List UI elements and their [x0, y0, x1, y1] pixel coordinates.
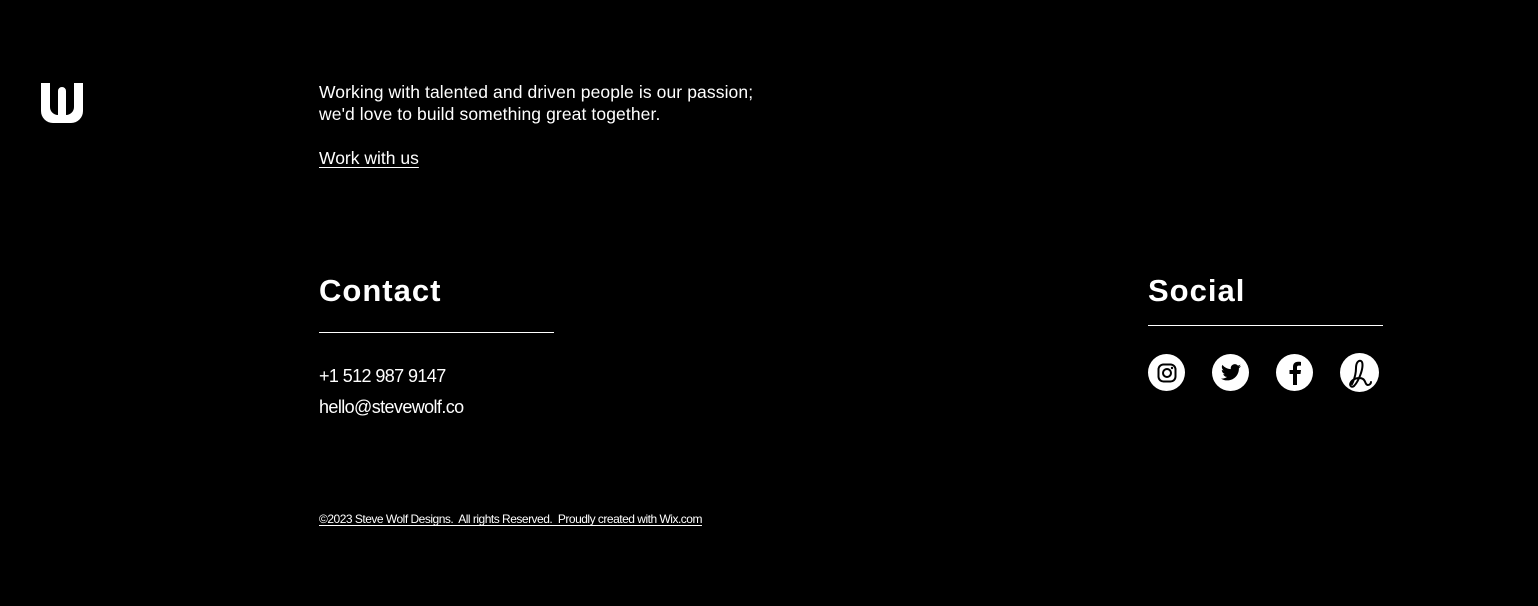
email-link[interactable]: hello@stevewolf.co — [319, 396, 464, 418]
dribbble-link[interactable] — [1340, 353, 1379, 392]
instagram-icon — [1157, 363, 1176, 382]
intro-line-1: Working with talented and driven people … — [319, 82, 754, 102]
facebook-link[interactable] — [1276, 354, 1313, 391]
twitter-link[interactable] — [1212, 354, 1249, 391]
facebook-icon — [1289, 361, 1301, 385]
social-heading: Social — [1148, 273, 1246, 308]
phone-link[interactable]: +1 512 987 9147 — [319, 365, 446, 387]
copyright-link[interactable]: ©2023 Steve Wolf Designs. All rights Res… — [319, 512, 702, 527]
twitter-icon — [1220, 364, 1241, 381]
stevewolf-w-logo-icon — [41, 83, 83, 123]
social-divider — [1148, 325, 1383, 326]
intro-text: Working with talented and driven people … — [319, 81, 839, 125]
instagram-link[interactable] — [1148, 354, 1185, 391]
work-with-us-link[interactable]: Work with us — [319, 147, 419, 169]
brand-logo-link[interactable] — [41, 83, 83, 123]
dribbble-icon — [1348, 359, 1372, 388]
social-links — [1148, 353, 1379, 392]
contact-divider — [319, 332, 554, 333]
contact-heading: Contact — [319, 273, 442, 308]
intro-line-2: we'd love to build something great toget… — [319, 104, 661, 124]
